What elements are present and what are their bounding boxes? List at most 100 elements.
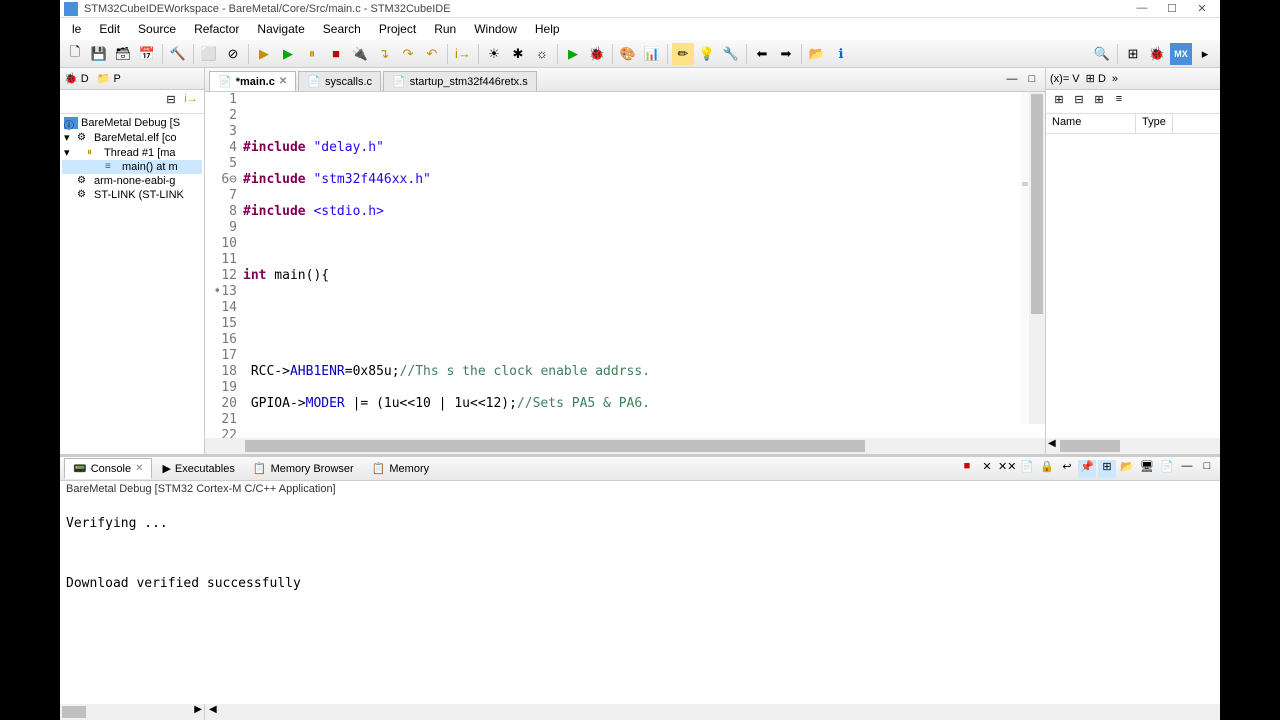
- build-icon[interactable]: 🔨: [167, 43, 189, 65]
- coverage-icon[interactable]: 📊: [641, 43, 663, 65]
- new-console-icon[interactable]: 📄: [1158, 460, 1176, 478]
- tree-item-main[interactable]: ≡main() at m: [62, 160, 202, 174]
- clear-icon[interactable]: 📄: [1018, 460, 1036, 478]
- collapse-all-icon[interactable]: ⊟: [1070, 93, 1088, 111]
- tab-main-c[interactable]: 📄*main.c✕: [209, 71, 296, 91]
- variables-icon[interactable]: ☀: [483, 43, 505, 65]
- tree-item-thread[interactable]: ▾⏸Thread #1 [ma: [62, 145, 202, 160]
- highlight-icon[interactable]: ✏: [672, 43, 694, 65]
- perspective-more-icon[interactable]: ▸: [1194, 43, 1216, 65]
- profile-icon[interactable]: 🎨: [617, 43, 639, 65]
- show-console-icon[interactable]: ⊞: [1098, 460, 1116, 478]
- play-icon[interactable]: ▶: [277, 43, 299, 65]
- close-icon[interactable]: ✕: [135, 463, 143, 474]
- menu-source[interactable]: Source: [130, 20, 184, 38]
- variables-body[interactable]: [1046, 134, 1220, 438]
- tab-console[interactable]: 📟Console✕: [64, 458, 152, 479]
- resume-icon[interactable]: ▶: [253, 43, 275, 65]
- overview-ruler[interactable]: [1021, 92, 1029, 424]
- menu-file[interactable]: le: [64, 20, 89, 38]
- remove-launch-icon[interactable]: ✕: [978, 460, 996, 478]
- min-icon[interactable]: —: [1178, 460, 1196, 478]
- word-wrap-icon[interactable]: ↩: [1058, 460, 1076, 478]
- tree-item-stlink[interactable]: ⚙ST-LINK (ST-LINK: [62, 188, 202, 202]
- remove-all-icon[interactable]: ✕✕: [998, 460, 1016, 478]
- undo-icon[interactable]: ⬜: [198, 43, 220, 65]
- mx-perspective-icon[interactable]: MX: [1170, 43, 1192, 65]
- open-icon[interactable]: 📂: [806, 43, 828, 65]
- bottom-scrollbar[interactable]: ▶ ◀: [60, 704, 1220, 720]
- scroll-lock-icon[interactable]: 🔒: [1038, 460, 1056, 478]
- sun-icon[interactable]: ☼: [531, 43, 553, 65]
- save-all-icon[interactable]: 🗃: [112, 43, 134, 65]
- tab-breakpoints[interactable]: ⊞ D: [1086, 72, 1106, 85]
- perspective-icon[interactable]: ⊞: [1122, 43, 1144, 65]
- tool-icon[interactable]: 🔧: [720, 43, 742, 65]
- minimize-button[interactable]: —: [1128, 2, 1156, 16]
- step-return-icon[interactable]: ↶: [421, 43, 443, 65]
- forward-icon[interactable]: ➡: [775, 43, 797, 65]
- generate-icon[interactable]: 📅: [136, 43, 158, 65]
- run-icon[interactable]: ▶: [562, 43, 584, 65]
- debug-perspective-icon[interactable]: 🐞: [1146, 43, 1168, 65]
- instruction-step-icon[interactable]: i→: [452, 43, 474, 65]
- back-icon[interactable]: ⬅: [751, 43, 773, 65]
- skip-icon[interactable]: ⊘: [222, 43, 244, 65]
- pause-icon[interactable]: ⏸: [301, 43, 323, 65]
- editor-vertical-scrollbar[interactable]: [1029, 92, 1045, 424]
- tab-variables[interactable]: (x)= V: [1050, 73, 1080, 85]
- open-console-icon[interactable]: 📂: [1118, 460, 1136, 478]
- maximize-button[interactable]: ☐: [1158, 2, 1186, 16]
- max-icon[interactable]: □: [1198, 460, 1216, 478]
- debug-tab-p[interactable]: 📁 P: [97, 72, 121, 85]
- menu-search[interactable]: Search: [315, 20, 369, 38]
- info-icon[interactable]: ℹ: [830, 43, 852, 65]
- debug-icon[interactable]: 🐞: [586, 43, 608, 65]
- search-icon[interactable]: 🔍: [1091, 43, 1113, 65]
- maximize-editor-icon[interactable]: □: [1023, 73, 1041, 91]
- col-type[interactable]: Type: [1136, 114, 1173, 133]
- step-mode-icon[interactable]: i→: [182, 93, 200, 111]
- tab-startup-s[interactable]: 📄startup_stm32f446retx.s: [383, 71, 537, 91]
- tree-item-gdb[interactable]: ⚙arm-none-eabi-g: [62, 174, 202, 188]
- disconnect-icon[interactable]: 🔌: [349, 43, 371, 65]
- close-button[interactable]: ✕: [1188, 2, 1216, 16]
- code-editor[interactable]: 123456⊖789101112➧13141516171819202122 #i…: [205, 92, 1045, 438]
- expand-icon[interactable]: ⊞: [1050, 93, 1068, 111]
- new-icon[interactable]: 🗋: [64, 43, 86, 65]
- stop-icon[interactable]: ■: [325, 43, 347, 65]
- collapse-icon[interactable]: ⊟: [162, 93, 180, 111]
- terminate-icon[interactable]: ■: [958, 460, 976, 478]
- tab-memory[interactable]: 📋Memory: [364, 459, 437, 478]
- menu-edit[interactable]: Edit: [91, 20, 128, 38]
- menu-refactor[interactable]: Refactor: [186, 20, 247, 38]
- pin-icon[interactable]: 📌: [1078, 460, 1096, 478]
- bulb-icon[interactable]: 💡: [696, 43, 718, 65]
- menu-window[interactable]: Window: [466, 20, 525, 38]
- tab-more-icon[interactable]: »: [1112, 73, 1118, 85]
- menu-icon[interactable]: ≡: [1110, 93, 1128, 111]
- debug-tree[interactable]: ⓘBareMetal Debug [S ▾⚙BareMetal.elf [co …: [60, 114, 204, 454]
- minimize-editor-icon[interactable]: —: [1003, 73, 1021, 91]
- tab-executables[interactable]: ▶Executables: [154, 459, 242, 478]
- col-name[interactable]: Name: [1046, 114, 1136, 133]
- variables-scrollbar[interactable]: ◀: [1046, 438, 1220, 454]
- editor-horizontal-scrollbar[interactable]: [205, 438, 1045, 454]
- menu-navigate[interactable]: Navigate: [249, 20, 312, 38]
- console-output[interactable]: Verifying ... Download verified successf…: [60, 497, 1220, 704]
- menu-project[interactable]: Project: [371, 20, 424, 38]
- code-content[interactable]: #include "delay.h" #include "stm32f446xx…: [243, 92, 1045, 438]
- asterisk-icon[interactable]: ✱: [507, 43, 529, 65]
- tree-item-launch[interactable]: ⓘBareMetal Debug [S: [62, 116, 202, 130]
- menu-run[interactable]: Run: [426, 20, 464, 38]
- tree-item-elf[interactable]: ▾⚙BareMetal.elf [co: [62, 130, 202, 145]
- menu-help[interactable]: Help: [527, 20, 568, 38]
- display-icon[interactable]: 🖥: [1138, 460, 1156, 478]
- tab-syscalls-c[interactable]: 📄syscalls.c: [298, 71, 381, 91]
- step-into-icon[interactable]: ↴: [373, 43, 395, 65]
- save-icon[interactable]: 💾: [88, 43, 110, 65]
- tab-memory-browser[interactable]: 📋Memory Browser: [245, 459, 362, 478]
- debug-tab-d[interactable]: 🐞 D: [64, 72, 89, 85]
- close-icon[interactable]: ✕: [279, 76, 287, 87]
- expand-all-icon[interactable]: ⊞: [1090, 93, 1108, 111]
